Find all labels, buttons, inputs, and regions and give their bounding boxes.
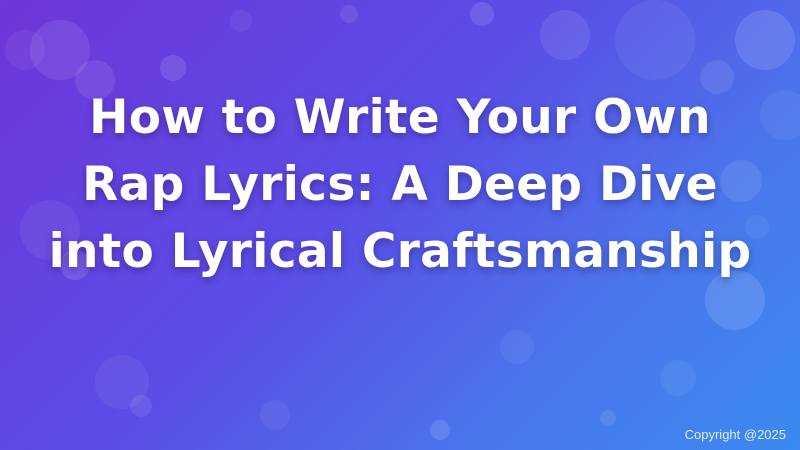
- bokeh-circle: [540, 10, 590, 60]
- copyright-text: Copyright @2025: [684, 427, 786, 442]
- title-banner: How to Write Your Own Rap Lyrics: A Deep…: [0, 0, 800, 450]
- bokeh-circle: [615, 0, 695, 80]
- bokeh-circle: [260, 400, 290, 430]
- bokeh-circle: [130, 395, 152, 417]
- bokeh-circle: [340, 5, 358, 23]
- bokeh-circle: [230, 10, 252, 32]
- bokeh-circle: [5, 30, 45, 70]
- bokeh-circle: [760, 90, 800, 140]
- bokeh-circle: [735, 10, 795, 70]
- bokeh-circle: [500, 330, 534, 364]
- bokeh-circle: [470, 2, 494, 26]
- bokeh-circle: [430, 420, 450, 440]
- bokeh-circle: [600, 410, 616, 426]
- banner-title: How to Write Your Own Rap Lyrics: A Deep…: [48, 90, 752, 279]
- bokeh-circle: [660, 360, 696, 396]
- bokeh-circle: [160, 55, 186, 81]
